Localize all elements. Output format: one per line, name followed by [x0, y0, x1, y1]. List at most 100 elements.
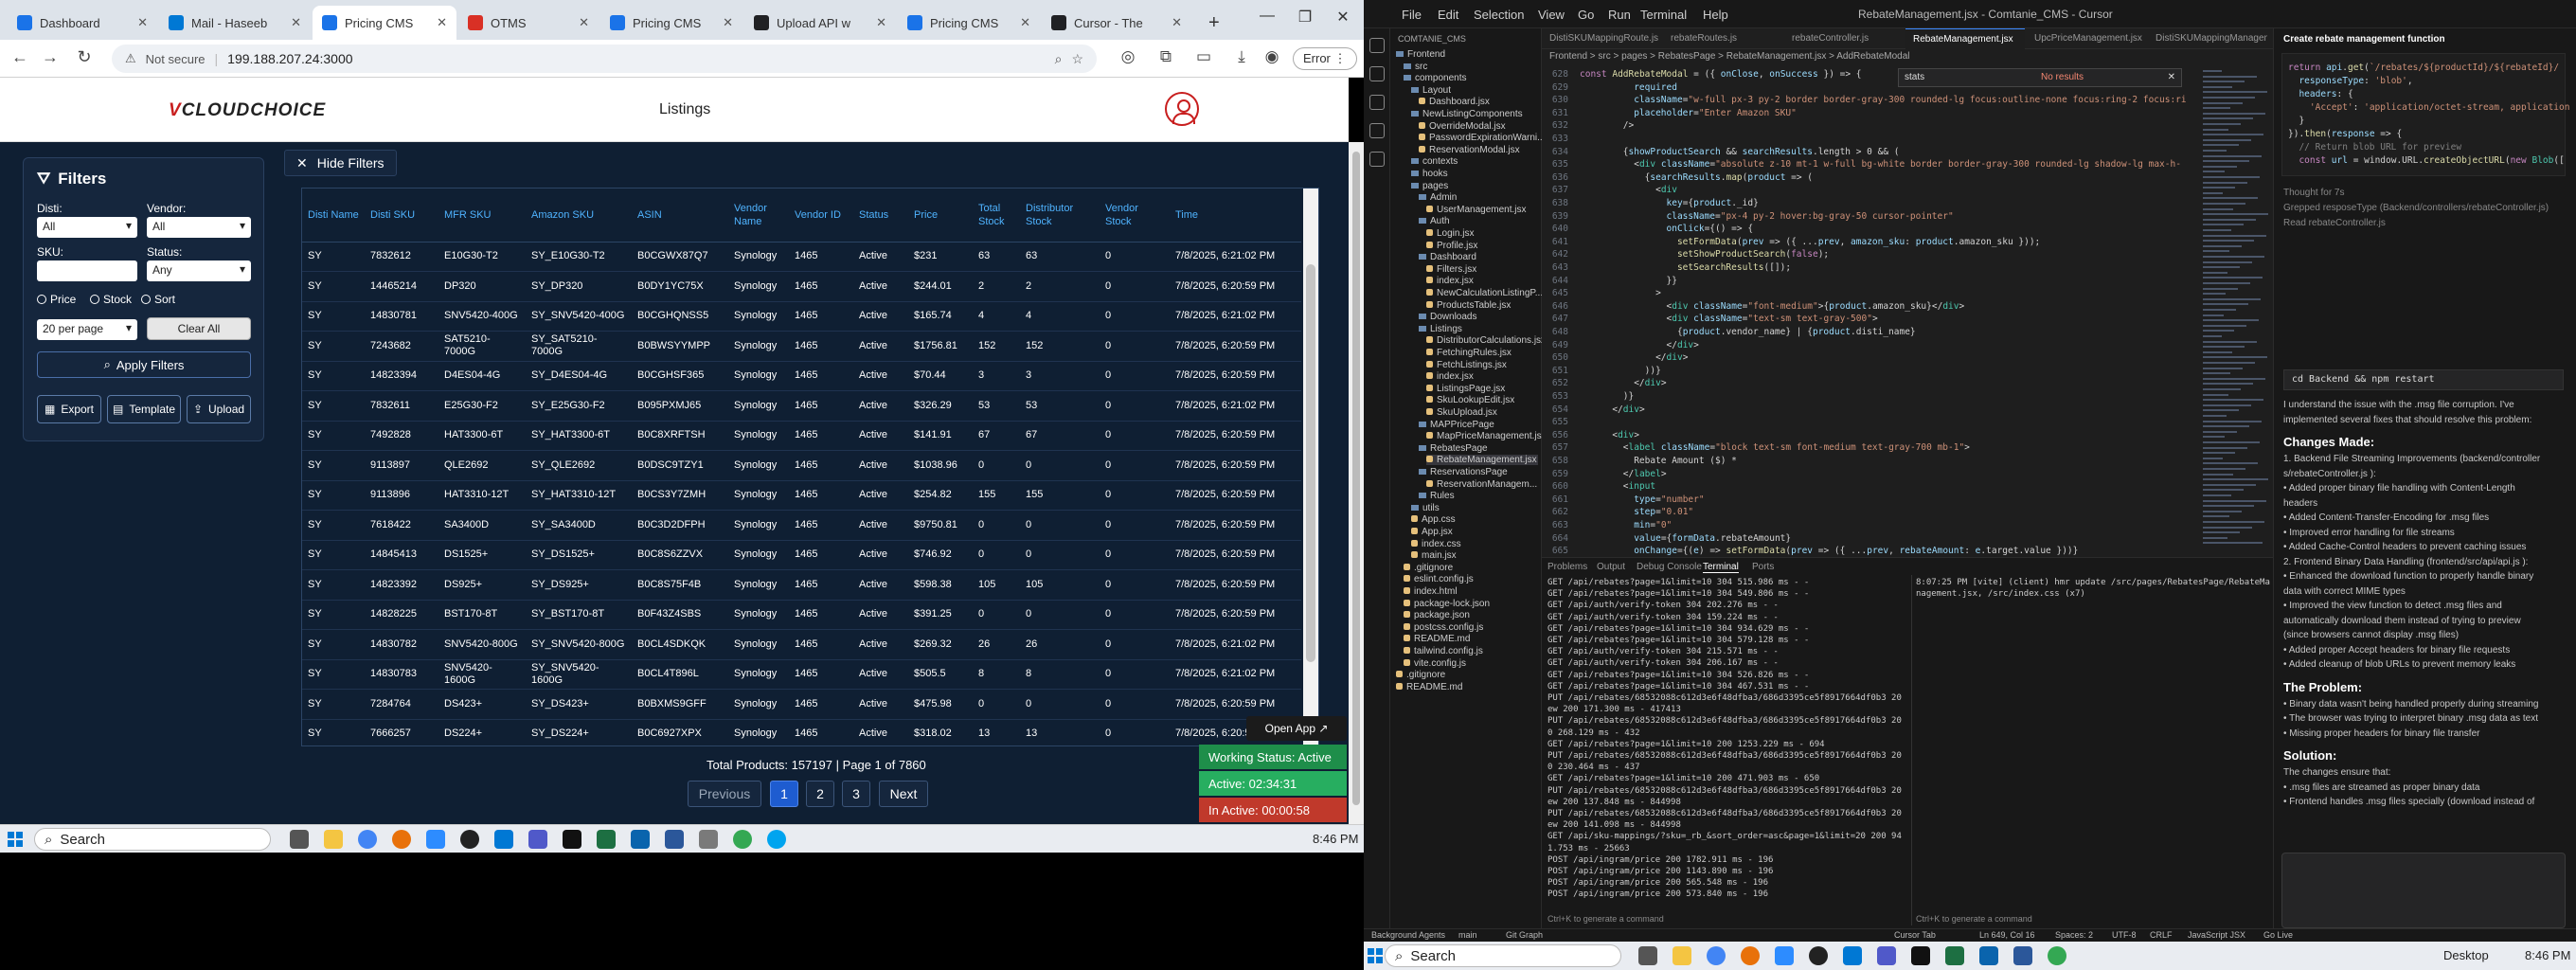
explorer-folder[interactable]: components — [1404, 73, 1538, 83]
explorer-file[interactable]: README.md — [1396, 682, 1538, 692]
tab-close-icon[interactable]: ✕ — [291, 15, 301, 30]
status-item[interactable]: main — [1458, 930, 1477, 940]
column-header[interactable]: Vendor Name — [728, 189, 789, 242]
explorer-file[interactable]: main.jsx — [1411, 550, 1538, 561]
run-debug-icon[interactable] — [1369, 123, 1385, 138]
column-header[interactable]: ASIN — [632, 189, 728, 242]
windows-start-icon[interactable] — [8, 832, 23, 847]
minimap[interactable] — [2197, 64, 2273, 557]
excel-icon[interactable] — [1945, 946, 1964, 965]
explorer-file[interactable]: README.md — [1404, 634, 1538, 644]
maximize-icon[interactable]: ❐ — [1286, 8, 1324, 27]
chrome-profile-icon[interactable] — [2048, 946, 2066, 965]
editor-tab[interactable]: RebateManagement.jsx — [1905, 28, 2025, 49]
explorer-file[interactable]: index.html — [1404, 586, 1538, 597]
radio-stock[interactable]: Stock — [90, 293, 132, 306]
explorer-folder[interactable]: NewListingComponents — [1411, 109, 1538, 119]
explorer-folder[interactable]: MAPPricePage — [1419, 420, 1538, 430]
tab-close-icon[interactable]: ✕ — [1172, 15, 1182, 30]
tab-close-icon[interactable]: ✕ — [137, 15, 148, 30]
table-row[interactable]: SY 7618422 SA3400D SY_SA3400D B0C3D2DFPH Syno… — [302, 510, 1301, 541]
explorer-folder[interactable]: Layout — [1411, 85, 1538, 96]
chat-read-step[interactable]: Read rebateController.js — [2283, 218, 2386, 228]
desktop-label[interactable]: Desktop — [2443, 948, 2489, 962]
explorer-file[interactable]: UserManagement.jsx — [1426, 205, 1538, 215]
taskbar-clock[interactable]: 8:46 PM — [1313, 832, 1358, 846]
explorer-file[interactable]: package.json — [1404, 610, 1538, 620]
explorer-icon[interactable] — [1369, 38, 1385, 53]
sidebar-icon[interactable]: ▭ — [1191, 47, 1216, 66]
tab-close-icon[interactable]: ✕ — [1020, 15, 1030, 30]
back-icon[interactable]: ← — [8, 47, 32, 67]
firefox-icon[interactable] — [392, 830, 411, 849]
explorer-file[interactable]: Filters.jsx — [1426, 264, 1538, 275]
column-header[interactable]: Price — [908, 189, 973, 242]
chrome-icon[interactable] — [1707, 946, 1726, 965]
disti-select[interactable]: All — [37, 217, 137, 238]
browser-tab[interactable]: Pricing CMS ✕ — [898, 6, 1040, 40]
file-explorer-icon[interactable] — [324, 830, 343, 849]
zoom-app-icon[interactable] — [1775, 946, 1794, 965]
column-header[interactable]: Amazon SKU — [526, 189, 632, 242]
error-pill[interactable]: Error ⋮ — [1293, 47, 1357, 70]
status-item[interactable]: Spaces: 2 — [2055, 930, 2093, 940]
firefox-icon[interactable] — [1741, 946, 1760, 965]
close-window-icon[interactable]: ✕ — [1324, 8, 1362, 27]
next-page-button[interactable]: Next — [879, 781, 928, 807]
chrome-profile-icon[interactable] — [733, 830, 752, 849]
explorer-folder[interactable]: Dashboard — [1419, 252, 1538, 262]
explorer-file[interactable]: vite.config.js — [1404, 658, 1538, 669]
explorer-file[interactable]: ReservationManagem... — [1426, 479, 1538, 490]
table-row[interactable]: SY 7832612 E10G30-T2 SY_E10G30-T2 B0CGWX87Q7… — [302, 242, 1301, 272]
export-button[interactable]: ▦ Export — [37, 395, 101, 423]
explorer-file[interactable]: tailwind.config.js — [1404, 646, 1538, 656]
radio-price[interactable]: Price — [37, 293, 76, 306]
menu-file[interactable]: File — [1402, 8, 1422, 22]
explorer-folder[interactable]: Auth — [1419, 216, 1538, 226]
table-row[interactable]: SY 14823392 DS925+ SY_DS925+ B0C8S75F4B Synol… — [302, 569, 1301, 601]
taskbar-search[interactable]: ⌕ Search — [34, 828, 271, 851]
address-bar[interactable]: ⚠ Not secure | 199.188.207.24:3000 ⌕ ☆ — [112, 45, 1097, 73]
panel-tab[interactable]: Problems — [1547, 562, 1587, 572]
explorer-folder[interactable]: pages — [1411, 181, 1538, 191]
edge-icon[interactable] — [767, 830, 786, 849]
explorer-file[interactable]: OverrideModal.jsx — [1419, 121, 1538, 132]
tab-close-icon[interactable]: ✕ — [876, 15, 886, 30]
chrome-icon[interactable] — [358, 830, 377, 849]
app-icon[interactable] — [699, 830, 718, 849]
explorer-file[interactable]: ListingsPage.jsx — [1426, 384, 1538, 394]
explorer-folder[interactable]: Frontend — [1396, 49, 1538, 60]
chat-input-box[interactable] — [2281, 853, 2566, 928]
panel-tab[interactable]: Debug Console — [1637, 562, 1702, 572]
outlook-icon[interactable] — [1979, 946, 1998, 965]
table-row[interactable]: SY 7492828 HAT3300-6T SY_HAT3300-6T B0C8XRFT… — [302, 421, 1301, 451]
table-row[interactable]: SY 7832611 E25G30-F2 SY_E25G30-F2 B095PXMJ65… — [302, 390, 1301, 422]
word-icon[interactable] — [665, 830, 684, 849]
excel-icon[interactable] — [597, 830, 616, 849]
explorer-file[interactable]: App.jsx — [1411, 527, 1538, 537]
hide-filters-button[interactable]: ✕ Hide Filters — [284, 150, 397, 176]
explorer-file[interactable]: ProductsTable.jsx — [1426, 300, 1538, 311]
column-header[interactable]: Vendor Stock — [1100, 189, 1170, 242]
explorer-folder[interactable]: contexts — [1411, 156, 1538, 167]
menu-go[interactable]: Go — [1578, 8, 1594, 22]
vscode-icon[interactable] — [1843, 946, 1862, 965]
explorer-folder[interactable]: RebatesPage — [1419, 443, 1538, 454]
status-item[interactable]: JavaScript JSX — [2188, 930, 2245, 940]
editor-tab[interactable]: UpcPriceManagement.jsx — [2027, 28, 2146, 49]
table-row[interactable]: SY 14465214 DP320 SY_DP320 B0DY1YC75X Synolog… — [302, 271, 1301, 302]
status-item[interactable]: CRLF — [2150, 930, 2173, 940]
explorer-file[interactable]: Profile.jsx — [1426, 241, 1538, 251]
teams-icon[interactable] — [528, 830, 547, 849]
table-row[interactable]: SY 14830783 SNV5420-1600G SY_SNV5420-1600G B… — [302, 659, 1301, 690]
explorer-file[interactable]: eslint.config.js — [1404, 574, 1538, 584]
menu-edit[interactable]: Edit — [1438, 8, 1458, 22]
new-tab-icon[interactable]: + — [1199, 6, 1229, 40]
column-header[interactable]: Status — [853, 189, 908, 242]
panel-tab[interactable]: Terminal — [1703, 562, 1739, 573]
vcloudchoice-logo[interactable]: VCLOUDCHOICE — [169, 100, 326, 121]
sku-input[interactable] — [37, 260, 137, 281]
editor-tab[interactable]: DistiSKUMappingRoute.js — [1542, 28, 1661, 49]
explorer-file[interactable]: Login.jsx — [1426, 228, 1538, 239]
editor-tab[interactable]: rebateRoutes.js — [1663, 28, 1782, 49]
